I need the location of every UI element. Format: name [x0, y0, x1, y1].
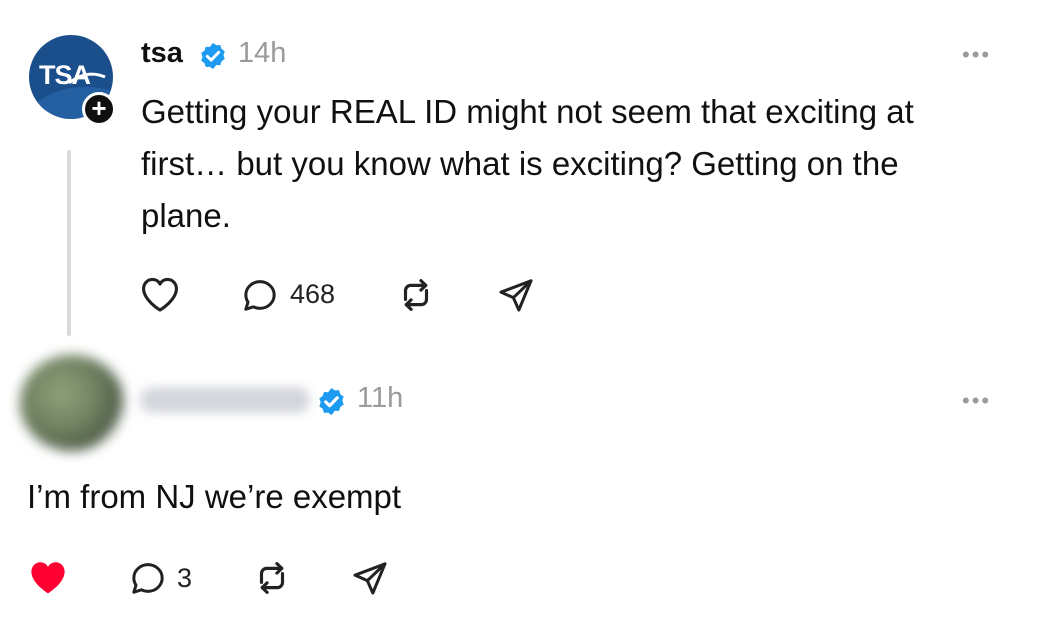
reply-more-options-icon[interactable]: ••• [962, 388, 991, 414]
reply-button[interactable] [240, 275, 280, 315]
comment-icon [132, 563, 164, 594]
reply-reply-button[interactable] [128, 558, 168, 598]
avatar-logo-text: TSA [39, 60, 91, 90]
heart-outline-icon [142, 277, 178, 312]
verified-badge-icon [198, 41, 228, 71]
post-text: Getting your REAL ID might not seem that… [141, 93, 914, 234]
send-icon [499, 279, 533, 312]
reply-username-redacted[interactable] [140, 387, 310, 413]
thread-line [67, 150, 71, 336]
send-icon [353, 562, 387, 595]
reply-repost-button[interactable] [251, 557, 293, 599]
username[interactable]: tsa [141, 37, 183, 70]
repost-button[interactable] [395, 274, 437, 316]
reply-timestamp: 11h [357, 382, 404, 414]
verified-badge-icon [316, 386, 347, 417]
heart-filled-icon [31, 562, 65, 594]
comment-icon [244, 280, 276, 311]
reply-like-button[interactable] [27, 557, 69, 597]
reply-count: 468 [290, 279, 336, 309]
like-button[interactable] [139, 275, 181, 313]
reply-share-button[interactable] [350, 558, 390, 598]
reply-avatar[interactable] [20, 355, 124, 451]
more-options-icon[interactable]: ••• [962, 42, 991, 68]
repost-icon [259, 562, 285, 594]
repost-icon [403, 279, 429, 311]
follow-button[interactable]: + [82, 92, 116, 126]
reply-reply-count: 3 [177, 563, 193, 593]
timestamp: 14h [238, 37, 287, 69]
share-button[interactable] [496, 275, 536, 315]
reply-text: I’m from NJ we’re exempt [27, 478, 402, 515]
